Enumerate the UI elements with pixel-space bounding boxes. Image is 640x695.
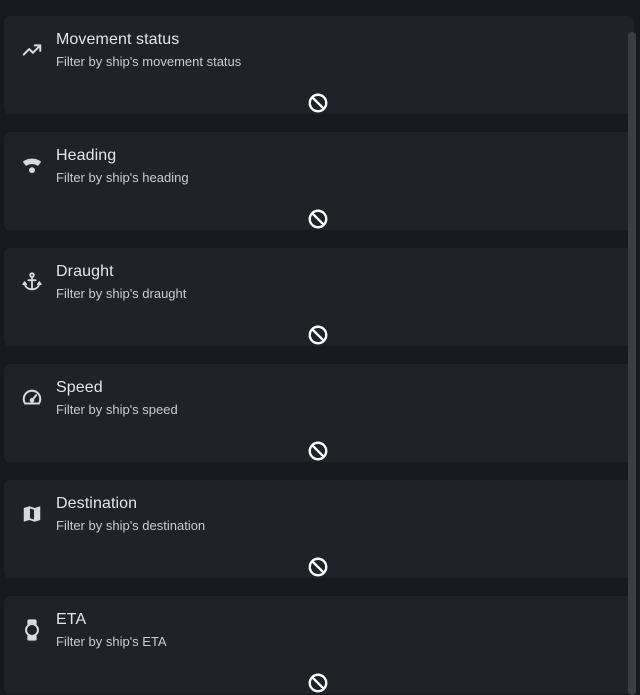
filter-title: ETA	[56, 611, 87, 628]
map-icon	[20, 502, 44, 526]
filter-subtitle: Filter by ship's ETA	[56, 634, 167, 649]
filter-title: Speed	[56, 379, 103, 396]
disabled-icon[interactable]	[307, 556, 329, 578]
filter-list: Movement status Filter by ship's movemen…	[4, 16, 634, 695]
disabled-icon[interactable]	[307, 672, 329, 694]
filter-card-draught[interactable]: Draught Filter by ship's draught	[4, 248, 634, 346]
filter-card-movement-status[interactable]: Movement status Filter by ship's movemen…	[4, 16, 634, 114]
filter-title: Heading	[56, 147, 117, 164]
watch-icon	[20, 618, 44, 642]
speedometer-icon	[20, 386, 44, 410]
trending-up-icon	[20, 38, 44, 62]
filter-card-heading[interactable]: Heading Filter by ship's heading	[4, 132, 634, 230]
scrollbar-track[interactable]	[628, 32, 636, 695]
disabled-icon[interactable]	[307, 324, 329, 346]
filter-card-eta[interactable]: ETA Filter by ship's ETA	[4, 596, 634, 694]
filter-title: Movement status	[56, 31, 180, 48]
disabled-icon[interactable]	[307, 208, 329, 230]
filter-subtitle: Filter by ship's speed	[56, 402, 178, 417]
filter-card-destination[interactable]: Destination Filter by ship's destination	[4, 480, 634, 578]
filter-title: Draught	[56, 263, 114, 280]
filter-title: Destination	[56, 495, 138, 512]
disabled-icon[interactable]	[307, 92, 329, 114]
wifi-signal-icon	[20, 154, 44, 178]
anchor-icon	[20, 270, 44, 294]
filter-card-speed[interactable]: Speed Filter by ship's speed	[4, 364, 634, 462]
filter-panel: Movement status Filter by ship's movemen…	[0, 0, 640, 695]
filter-subtitle: Filter by ship's destination	[56, 518, 206, 533]
filter-subtitle: Filter by ship's draught	[56, 286, 187, 301]
disabled-icon[interactable]	[307, 440, 329, 462]
filter-subtitle: Filter by ship's movement status	[56, 54, 242, 69]
filter-subtitle: Filter by ship's heading	[56, 170, 189, 185]
scrollbar-thumb[interactable]	[628, 32, 636, 695]
